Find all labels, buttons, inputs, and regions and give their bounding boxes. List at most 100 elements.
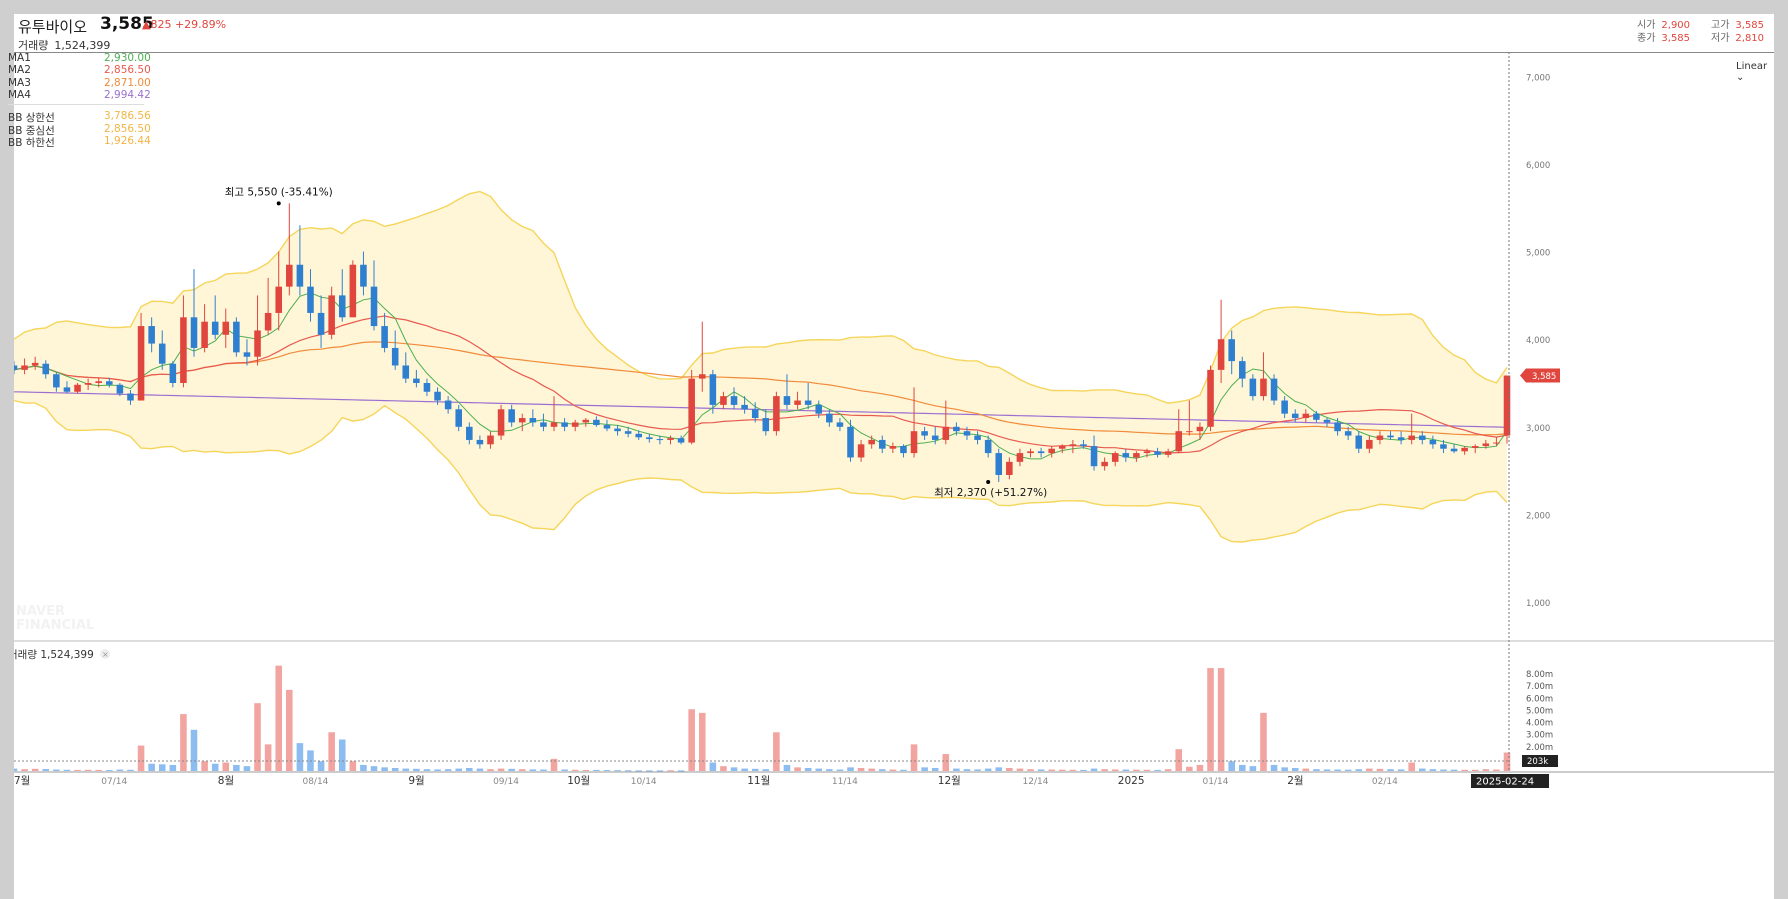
volume-bar bbox=[423, 769, 431, 771]
volume-bar bbox=[889, 769, 897, 771]
candle-body bbox=[1366, 439, 1373, 449]
candle-body bbox=[1164, 451, 1172, 455]
volume-bar bbox=[561, 769, 568, 771]
candle-body bbox=[730, 396, 738, 405]
candle-body bbox=[1408, 435, 1415, 440]
watermark-naver: NAVER bbox=[16, 604, 65, 619]
volume-bar bbox=[836, 769, 844, 771]
candle-body bbox=[984, 439, 992, 454]
annotation-dot bbox=[986, 479, 991, 484]
candle-body bbox=[402, 365, 410, 379]
candle-body bbox=[1334, 422, 1341, 432]
volume-bar bbox=[1196, 764, 1204, 771]
candle-body bbox=[624, 431, 632, 434]
candle-body bbox=[910, 431, 918, 454]
price-chart[interactable]: 최고 5,550 (-35.41%) 최저 2,370 (+51.27%) NAVE… bbox=[14, 14, 1774, 899]
volume-bar bbox=[1419, 768, 1426, 771]
volume-bar bbox=[540, 769, 547, 771]
volume-bar bbox=[42, 769, 50, 771]
volume-bar bbox=[116, 769, 124, 771]
volume-bar bbox=[1164, 769, 1172, 771]
volume-axis-tick: 7.00m bbox=[1526, 682, 1553, 692]
volume-bar bbox=[656, 770, 664, 772]
candle-body bbox=[1048, 448, 1055, 454]
candle-body bbox=[773, 396, 780, 432]
x-axis-label: 10월 bbox=[567, 775, 590, 787]
volume-bar bbox=[635, 770, 643, 772]
volume-bar bbox=[857, 767, 865, 771]
volume-bar bbox=[910, 744, 918, 771]
candle-body bbox=[317, 312, 325, 335]
candle-body bbox=[1291, 413, 1299, 419]
volume-bar bbox=[582, 770, 590, 772]
candle-body bbox=[974, 435, 981, 440]
candle-body bbox=[571, 422, 579, 427]
candle-body bbox=[1440, 444, 1447, 449]
candle-body bbox=[741, 404, 748, 410]
candle-body bbox=[1037, 451, 1045, 454]
candle-body bbox=[222, 321, 230, 335]
volume-bar bbox=[1239, 764, 1246, 771]
volume-bar bbox=[783, 764, 791, 771]
volume-bar bbox=[487, 769, 494, 771]
candle-body bbox=[1111, 453, 1119, 462]
volume-bar bbox=[148, 763, 155, 771]
candle-body bbox=[275, 286, 282, 313]
price-axis-tick: 5,000 bbox=[1526, 249, 1550, 259]
candle-body bbox=[1207, 369, 1214, 427]
volume-bar bbox=[1249, 766, 1257, 771]
candle-body bbox=[190, 317, 198, 348]
volume-bar bbox=[243, 766, 251, 771]
volume-bar bbox=[95, 769, 102, 771]
volume-bar bbox=[360, 764, 367, 771]
candle-body bbox=[878, 439, 886, 449]
candle-body bbox=[1122, 453, 1130, 458]
volume-bar bbox=[1101, 769, 1108, 771]
candle-body bbox=[942, 426, 950, 440]
volume-axis-tick: 8.00m bbox=[1526, 670, 1553, 680]
candle-body bbox=[698, 374, 706, 379]
candle-body bbox=[1239, 361, 1246, 379]
candle-body bbox=[603, 425, 611, 429]
volume-bar bbox=[984, 768, 992, 771]
candle-body bbox=[762, 418, 770, 432]
volume-bar bbox=[1122, 769, 1130, 771]
candle-body bbox=[1080, 444, 1087, 447]
volume-bar bbox=[593, 769, 600, 771]
candle-body bbox=[148, 326, 155, 344]
x-axis-label: 8월 bbox=[218, 775, 234, 787]
candle-body bbox=[508, 409, 515, 423]
watermark-financial: FINANCIAL bbox=[16, 618, 94, 633]
volume-bar bbox=[14, 768, 18, 771]
candle-body bbox=[1355, 435, 1363, 449]
candle-body bbox=[1302, 413, 1310, 419]
candle-body bbox=[455, 409, 463, 427]
volume-bar bbox=[1366, 768, 1373, 771]
current-date-tag-label: 2025-02-24 bbox=[1476, 777, 1534, 788]
volume-bar bbox=[1376, 768, 1384, 771]
candle-body bbox=[286, 264, 293, 287]
volume-bar bbox=[995, 767, 1003, 771]
candle-body bbox=[328, 295, 335, 335]
volume-bar bbox=[667, 770, 674, 772]
candle-body bbox=[953, 426, 960, 432]
candle-body bbox=[667, 438, 674, 440]
volume-bar bbox=[211, 763, 219, 771]
candle-body bbox=[646, 437, 653, 440]
candle-body bbox=[158, 343, 166, 364]
volume-bar bbox=[370, 766, 378, 771]
candle-body bbox=[360, 264, 367, 287]
annotation-label: 최고 5,550 (-35.41%) bbox=[225, 186, 333, 198]
volume-bar bbox=[974, 769, 981, 771]
candle-body bbox=[243, 352, 251, 357]
x-axis-label: 10/14 bbox=[631, 777, 657, 787]
volume-bar bbox=[571, 769, 579, 771]
candle-body bbox=[794, 400, 801, 405]
candle-body bbox=[709, 374, 717, 405]
volume-bar bbox=[1228, 761, 1235, 771]
volume-bar bbox=[698, 712, 706, 771]
candle-body bbox=[1270, 378, 1278, 401]
candle-body bbox=[201, 321, 208, 348]
candle-body bbox=[1482, 443, 1490, 447]
volume-bar bbox=[1080, 769, 1087, 771]
